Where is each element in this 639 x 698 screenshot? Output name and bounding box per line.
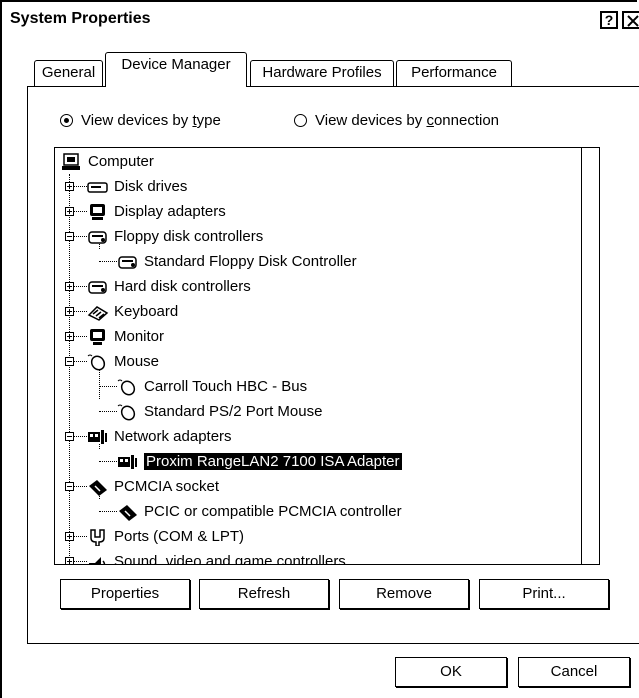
expand-button[interactable]: [65, 532, 74, 541]
device-manager-panel: [27, 86, 639, 644]
cancel-button[interactable]: Cancel: [518, 657, 630, 687]
expand-button[interactable]: [65, 282, 74, 291]
ok-button-label: OK: [440, 663, 462, 680]
tab-gap: [106, 85, 246, 88]
title-bar[interactable]: System Properties ?: [4, 2, 639, 38]
tab-device-manager[interactable]: Device Manager: [105, 52, 247, 87]
tab-hardware-profiles[interactable]: Hardware Profiles: [250, 60, 394, 86]
collapse-button[interactable]: [65, 482, 74, 491]
close-button[interactable]: [622, 11, 639, 29]
ok-button[interactable]: OK: [395, 657, 507, 687]
expand-button[interactable]: [65, 307, 74, 316]
expand-button[interactable]: [65, 332, 74, 341]
expand-button[interactable]: [65, 207, 74, 216]
window-title: System Properties: [10, 10, 151, 27]
system-properties-window: System Properties ? General Device Manag…: [0, 0, 639, 698]
cancel-button-label: Cancel: [550, 663, 598, 680]
close-icon: [627, 15, 639, 27]
expand-button[interactable]: [65, 182, 74, 191]
collapse-button[interactable]: [65, 232, 74, 241]
tab-performance[interactable]: Performance: [396, 60, 512, 86]
help-button[interactable]: ?: [600, 11, 618, 29]
collapse-button[interactable]: [65, 357, 74, 366]
tab-general[interactable]: General: [34, 60, 103, 86]
expand-button[interactable]: [65, 557, 74, 564]
collapse-button[interactable]: [65, 432, 74, 441]
